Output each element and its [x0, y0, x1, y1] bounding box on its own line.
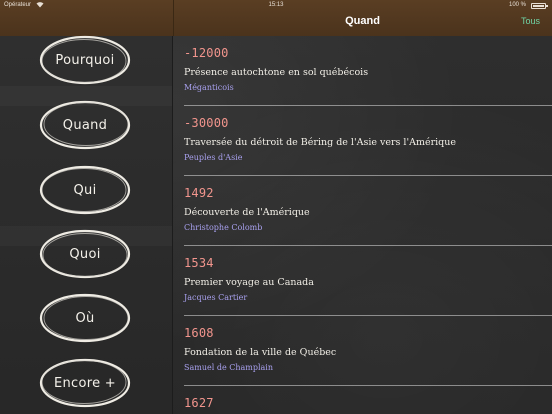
- timeline-row[interactable]: -30000 Traversée du détroit de Béring de…: [174, 106, 552, 176]
- clock-label: 15:13: [268, 2, 284, 8]
- status-bar: Opérateur 15:13 100 %: [0, 0, 552, 12]
- row-person: Peuples d'Asie: [184, 153, 243, 162]
- row-person: Jacques Cartier: [184, 293, 248, 302]
- timeline-row[interactable]: 1534 Premier voyage au Canada Jacques Ca…: [174, 246, 552, 316]
- sidebar-item-label: Quand: [62, 117, 108, 133]
- battery-icon: [531, 3, 548, 9]
- all-button[interactable]: Tous: [521, 16, 540, 26]
- row-event: Premier voyage au Canada: [184, 277, 314, 288]
- row-person: Samuel de Champlain: [184, 363, 274, 372]
- sidebar-item-label: Où: [75, 310, 95, 326]
- sidebar-item-qui[interactable]: Qui: [38, 164, 132, 216]
- page-title: Quand: [345, 15, 380, 27]
- row-event: Présence autochtone en sol québécois: [184, 67, 369, 78]
- sidebar-item-ou[interactable]: Où: [38, 292, 132, 344]
- sidebar-item-label: Pourquoi: [55, 52, 115, 68]
- sidebar-item-label: Quoi: [69, 246, 101, 262]
- row-year: -12000: [184, 46, 229, 60]
- row-year: 1492: [184, 186, 214, 200]
- row-event: Traversée du détroit de Béring de l'Asie…: [184, 137, 456, 148]
- row-event: Découverte de l'Amérique: [184, 207, 310, 218]
- app-root: Opérateur 15:13 100 % Quand Tous Pourquo…: [0, 0, 552, 414]
- sidebar-item-quand[interactable]: Quand: [38, 99, 132, 151]
- sidebar-item-quoi[interactable]: Quoi: [38, 228, 132, 280]
- sidebar-item-encore[interactable]: Encore +: [38, 357, 132, 409]
- timeline-row[interactable]: 1627: [174, 386, 552, 414]
- timeline-row[interactable]: -12000 Présence autochtone en sol québéc…: [174, 36, 552, 106]
- timeline-row[interactable]: 1492 Découverte de l'Amérique Christophe…: [174, 176, 552, 246]
- row-person: Méganticois: [184, 83, 234, 92]
- sidebar-item-label: Qui: [73, 182, 97, 198]
- top-bar: Opérateur 15:13 100 % Quand Tous: [0, 0, 552, 36]
- sidebar-item-label: Encore +: [53, 375, 117, 391]
- row-person: Christophe Colomb: [184, 223, 263, 232]
- row-year: 1627: [184, 396, 214, 410]
- battery-percent: 100 %: [508, 2, 526, 8]
- sidebar-item-pourquoi[interactable]: Pourquoi: [38, 34, 132, 86]
- row-year: 1608: [184, 326, 214, 340]
- timeline-list: -12000 Présence autochtone en sol québéc…: [174, 36, 552, 414]
- row-year: -30000: [184, 116, 229, 130]
- row-event: Fondation de la ville de Québec: [184, 347, 337, 358]
- row-year: 1534: [184, 256, 214, 270]
- timeline-row[interactable]: 1608 Fondation de la ville de Québec Sam…: [174, 316, 552, 386]
